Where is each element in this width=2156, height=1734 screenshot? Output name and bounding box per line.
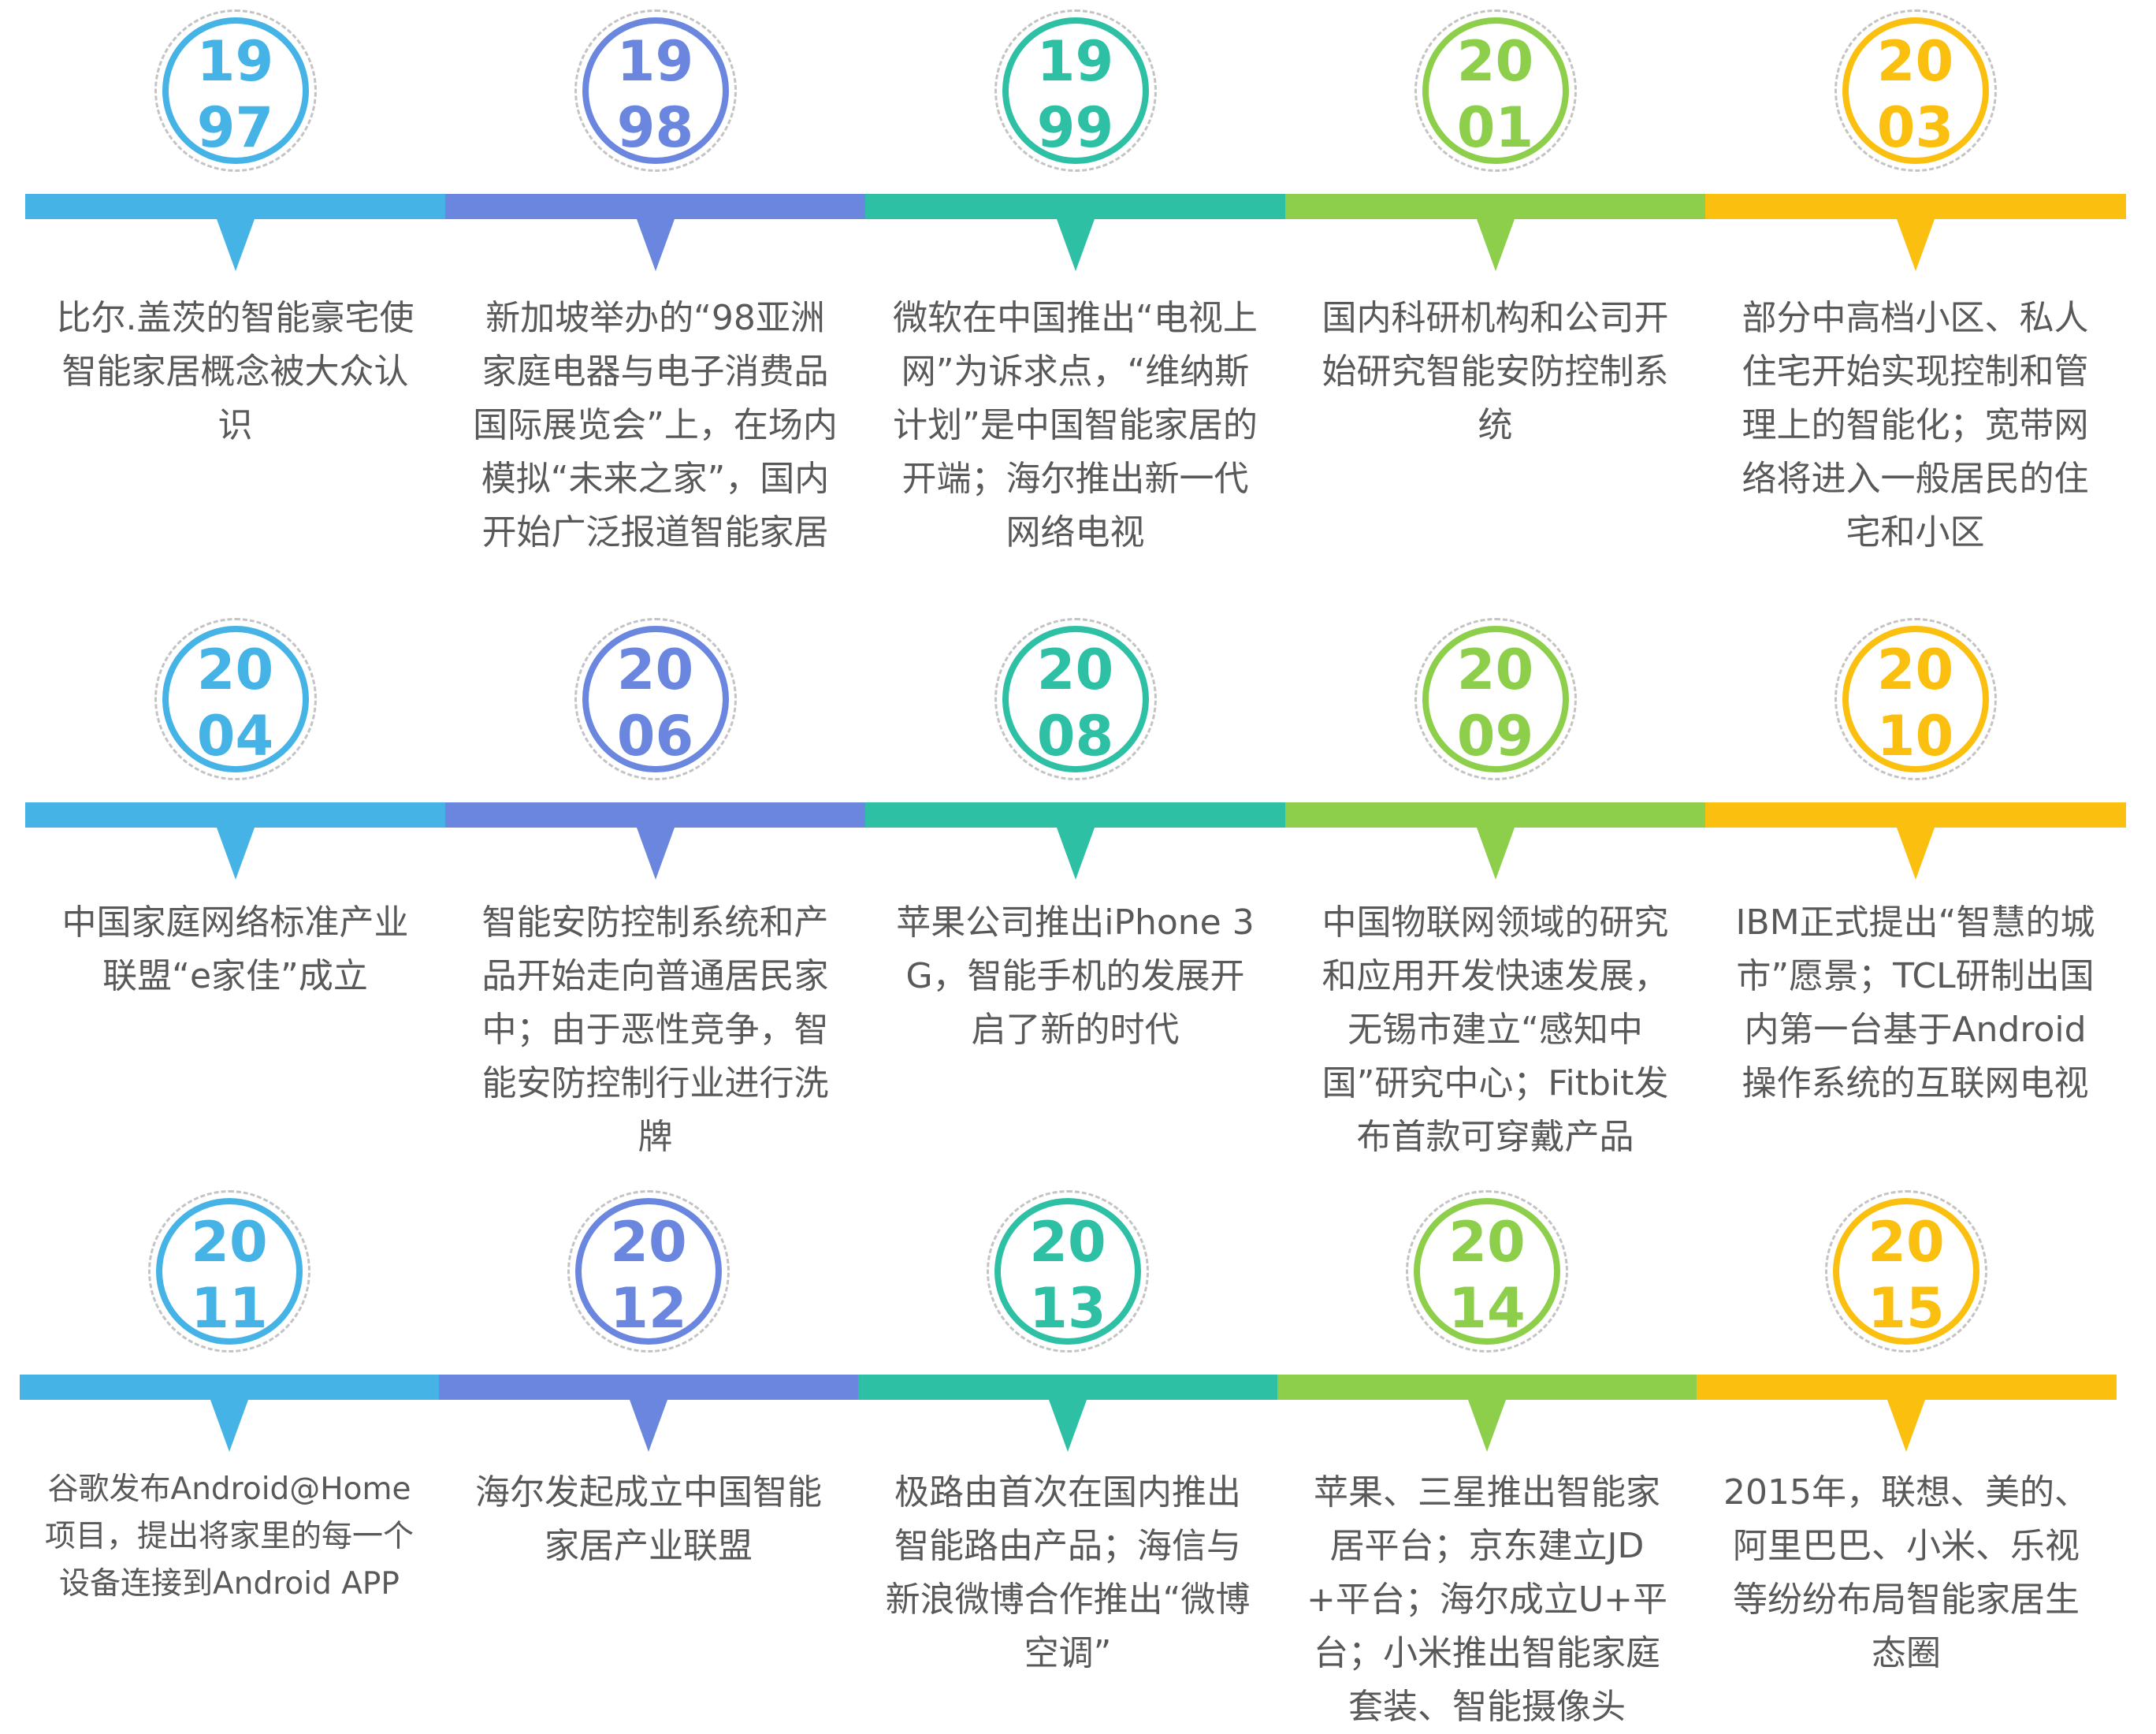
year-badge: 20 08 bbox=[994, 618, 1157, 780]
timeline-bar-segment bbox=[439, 1375, 859, 1400]
event-description: 比尔.盖茨的智能豪宅使智能家居概念被大众认识 bbox=[56, 298, 414, 445]
timeline-bar-segment bbox=[1277, 1375, 1697, 1400]
year-badge: 19 99 bbox=[994, 9, 1157, 172]
year-century-digits: 20 bbox=[191, 1210, 268, 1274]
year-badge: 20 13 bbox=[987, 1190, 1149, 1353]
year-badge: 20 12 bbox=[567, 1190, 730, 1353]
year-century-digits: 20 bbox=[1448, 1210, 1526, 1274]
year-century-digits: 19 bbox=[196, 29, 274, 94]
year-century-digits: 20 bbox=[1036, 638, 1114, 702]
event-description: 2015年，联想、美的、阿里巴巴、小米、乐视等纷纷布局智能家居生态圈 bbox=[1723, 1472, 2089, 1673]
year-decade-digits: 08 bbox=[1036, 704, 1114, 768]
year-badge: 20 03 bbox=[1834, 9, 1997, 172]
year-decade-digits: 14 bbox=[1448, 1276, 1526, 1341]
year-badge: 20 10 bbox=[1834, 618, 1997, 780]
year-badge: 19 97 bbox=[154, 9, 317, 172]
year-badge: 20 01 bbox=[1414, 9, 1577, 172]
timeline-pointer bbox=[636, 828, 675, 880]
timeline-pointer bbox=[1056, 219, 1095, 271]
timeline-pointer bbox=[1476, 219, 1515, 271]
timeline-bar-segment bbox=[20, 1375, 440, 1400]
year-decade-digits: 04 bbox=[196, 704, 274, 768]
year-century-digits: 20 bbox=[1868, 1210, 1945, 1274]
timeline-bar-segment bbox=[445, 802, 866, 828]
year-decade-digits: 10 bbox=[1876, 704, 1954, 768]
year-century-digits: 20 bbox=[1876, 638, 1954, 702]
year-century-digits: 20 bbox=[1456, 29, 1534, 94]
year-century-digits: 20 bbox=[1876, 29, 1954, 94]
year-century-digits: 20 bbox=[1029, 1210, 1106, 1274]
timeline-bar-segment bbox=[25, 194, 446, 219]
timeline-pointer bbox=[216, 219, 255, 271]
event-description: 谷歌发布Android@Home项目，提出将家里的每一个设备连接到Android… bbox=[44, 1472, 414, 1602]
timeline-pointer bbox=[1049, 1400, 1087, 1452]
year-badge: 20 14 bbox=[1406, 1190, 1568, 1353]
timeline-pointer bbox=[210, 1400, 248, 1452]
timeline-row: 20 04 中国家庭网络标准产业联盟“e家佳”成立 20 06 智能安防控制系统和产品开始… bbox=[0, 608, 2156, 1160]
timeline-bar-segment bbox=[1705, 194, 2126, 219]
year-decade-digits: 98 bbox=[616, 95, 694, 160]
timeline-row: 20 11 谷歌发布Android@Home项目，提出将家里的每一个设备连接到And… bbox=[0, 1181, 2156, 1732]
timeline-bar-segment bbox=[1705, 802, 2126, 828]
year-badge: 20 11 bbox=[148, 1190, 310, 1353]
event-description: 部分中高档小区、私人住宅开始实现控制和管理上的智能化；宽带网络将进入一般居民的住… bbox=[1742, 298, 2089, 553]
timeline-bar-segment bbox=[865, 194, 1286, 219]
timeline-bar-segment bbox=[25, 802, 446, 828]
year-decade-digits: 12 bbox=[610, 1276, 687, 1341]
year-decade-digits: 06 bbox=[616, 704, 694, 768]
year-decade-digits: 03 bbox=[1876, 95, 1954, 160]
timeline-bar-segment bbox=[445, 194, 866, 219]
event-description: 中国物联网领域的研究和应用开发快速发展，无锡市建立“感知中国”研究中心；Fitb… bbox=[1321, 902, 1669, 1157]
timeline-bar-segment bbox=[1697, 1375, 2117, 1400]
year-decade-digits: 97 bbox=[196, 95, 274, 160]
development-timeline: 19 97 比尔.盖茨的智能豪宅使智能家居概念被大众认识 19 98 新加坡举办的“98亚… bbox=[0, 0, 2156, 1727]
timeline-pointer bbox=[630, 1400, 667, 1452]
year-century-digits: 20 bbox=[1456, 638, 1534, 702]
timeline-bar-segment bbox=[1285, 194, 1706, 219]
event-description: 微软在中国推出“电视上网”为诉求点，“维纳斯计划”是中国智能家居的开端；海尔推出… bbox=[893, 298, 1258, 553]
year-century-digits: 20 bbox=[196, 638, 274, 702]
year-decade-digits: 09 bbox=[1456, 704, 1534, 768]
timeline-row: 19 97 比尔.盖茨的智能豪宅使智能家居概念被大众认识 19 98 新加坡举办的“98亚… bbox=[0, 0, 2156, 553]
timeline-pointer bbox=[1476, 828, 1515, 880]
year-decade-digits: 15 bbox=[1868, 1276, 1945, 1341]
event-description: 极路由首次在国内推出智能路由产品；海信与新浪微博合作推出“微博空调” bbox=[885, 1472, 1251, 1673]
event-description: 海尔发起成立中国智能家居产业联盟 bbox=[475, 1472, 822, 1566]
year-century-digits: 20 bbox=[616, 638, 694, 702]
event-description: IBM正式提出“智慧的城市”愿景；TCL研制出国内第一台基于Android操作系… bbox=[1735, 902, 2095, 1103]
event-description: 苹果公司推出iPhone 3G，智能手机的发展开启了新的时代 bbox=[896, 902, 1255, 1050]
year-badge: 20 09 bbox=[1414, 618, 1577, 780]
year-century-digits: 19 bbox=[616, 29, 694, 94]
timeline-pointer bbox=[1056, 828, 1095, 880]
year-decade-digits: 01 bbox=[1456, 95, 1534, 160]
timeline-pointer bbox=[636, 219, 675, 271]
timeline-pointer bbox=[1468, 1400, 1506, 1452]
timeline-pointer bbox=[216, 828, 255, 880]
year-century-digits: 19 bbox=[1036, 29, 1114, 94]
event-description: 新加坡举办的“98亚洲家庭电器与电子消费品国际展览会”上，在场内模拟“未来之家”… bbox=[473, 298, 838, 553]
event-description: 苹果、三星推出智能家居平台；京东建立JD+平台；海尔成立U+平台；小米推出智能家… bbox=[1307, 1472, 1667, 1727]
timeline-pointer bbox=[1887, 1400, 1925, 1452]
timeline-bar-segment bbox=[865, 802, 1286, 828]
timeline-bar-segment bbox=[858, 1375, 1278, 1400]
event-description: 中国家庭网络标准产业联盟“e家佳”成立 bbox=[61, 902, 409, 996]
year-decade-digits: 11 bbox=[191, 1276, 268, 1341]
year-century-digits: 20 bbox=[610, 1210, 687, 1274]
timeline-pointer bbox=[1896, 219, 1935, 271]
year-badge: 20 04 bbox=[154, 618, 317, 780]
year-decade-digits: 13 bbox=[1029, 1276, 1106, 1341]
year-badge: 19 98 bbox=[574, 9, 737, 172]
timeline-bar-segment bbox=[1285, 802, 1706, 828]
event-description: 国内科研机构和公司开始研究智能安防控制系统 bbox=[1321, 298, 1669, 445]
year-badge: 20 15 bbox=[1825, 1190, 1987, 1353]
timeline-pointer bbox=[1896, 828, 1935, 880]
year-decade-digits: 99 bbox=[1036, 95, 1114, 160]
year-badge: 20 06 bbox=[574, 618, 737, 780]
event-description: 智能安防控制系统和产品开始走向普通居民家中；由于恶性竞争，智能安防控制行业进行洗… bbox=[481, 902, 829, 1157]
